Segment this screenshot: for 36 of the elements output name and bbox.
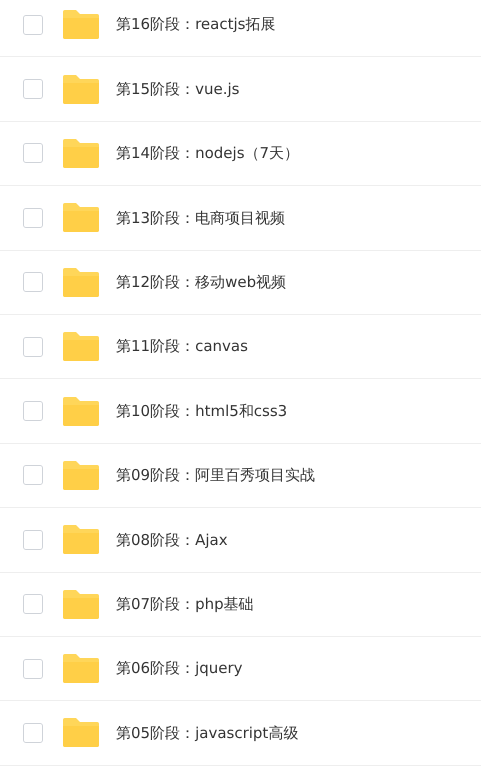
folder-icon: [62, 653, 100, 684]
checkbox[interactable]: [23, 722, 43, 743]
checkbox[interactable]: [23, 272, 43, 292]
folder-icon: [62, 460, 100, 491]
folder-name[interactable]: 第11阶段：canvas: [116, 335, 248, 358]
checkbox[interactable]: [23, 143, 43, 164]
folder-icon: [62, 717, 100, 748]
folder-icon: [62, 138, 100, 169]
folder-name[interactable]: 第14阶段：nodejs（7天）: [116, 142, 300, 165]
checkbox[interactable]: [23, 336, 43, 357]
checkbox[interactable]: [23, 465, 43, 486]
checkbox[interactable]: [23, 14, 43, 35]
folder-icon: [62, 396, 100, 427]
folder-name[interactable]: 第12阶段：移动web视频: [116, 271, 286, 294]
checkbox[interactable]: [23, 401, 43, 422]
folder-icon: [62, 74, 100, 105]
checkbox[interactable]: [23, 208, 43, 228]
folder-name[interactable]: 第16阶段：reactjs拓展: [116, 13, 276, 36]
checkbox[interactable]: [23, 79, 43, 100]
folder-icon: [62, 524, 100, 556]
folder-name[interactable]: 第15阶段：vue.js: [116, 78, 240, 100]
checkbox[interactable]: [23, 658, 43, 679]
folder-icon: [62, 9, 100, 40]
folder-name[interactable]: 第08阶段：Ajax: [116, 528, 228, 552]
folder-icon: [62, 202, 100, 234]
folder-name[interactable]: 第06阶段：jquery: [116, 657, 243, 680]
folder-name[interactable]: 第10阶段：html5和css3: [116, 400, 288, 422]
folder-icon: [62, 331, 100, 362]
folder-name[interactable]: 第13阶段：电商项目视频: [116, 206, 286, 230]
folder-name[interactable]: 第05阶段：javascript高级: [116, 722, 298, 744]
folder-name[interactable]: 第09阶段：阿里百秀项目实战: [116, 464, 316, 487]
folder-name[interactable]: 第07阶段：php基础: [116, 592, 254, 616]
checkbox[interactable]: [23, 530, 43, 550]
checkbox[interactable]: [23, 594, 43, 614]
folder-icon: [62, 266, 100, 298]
folder-icon: [62, 588, 100, 620]
